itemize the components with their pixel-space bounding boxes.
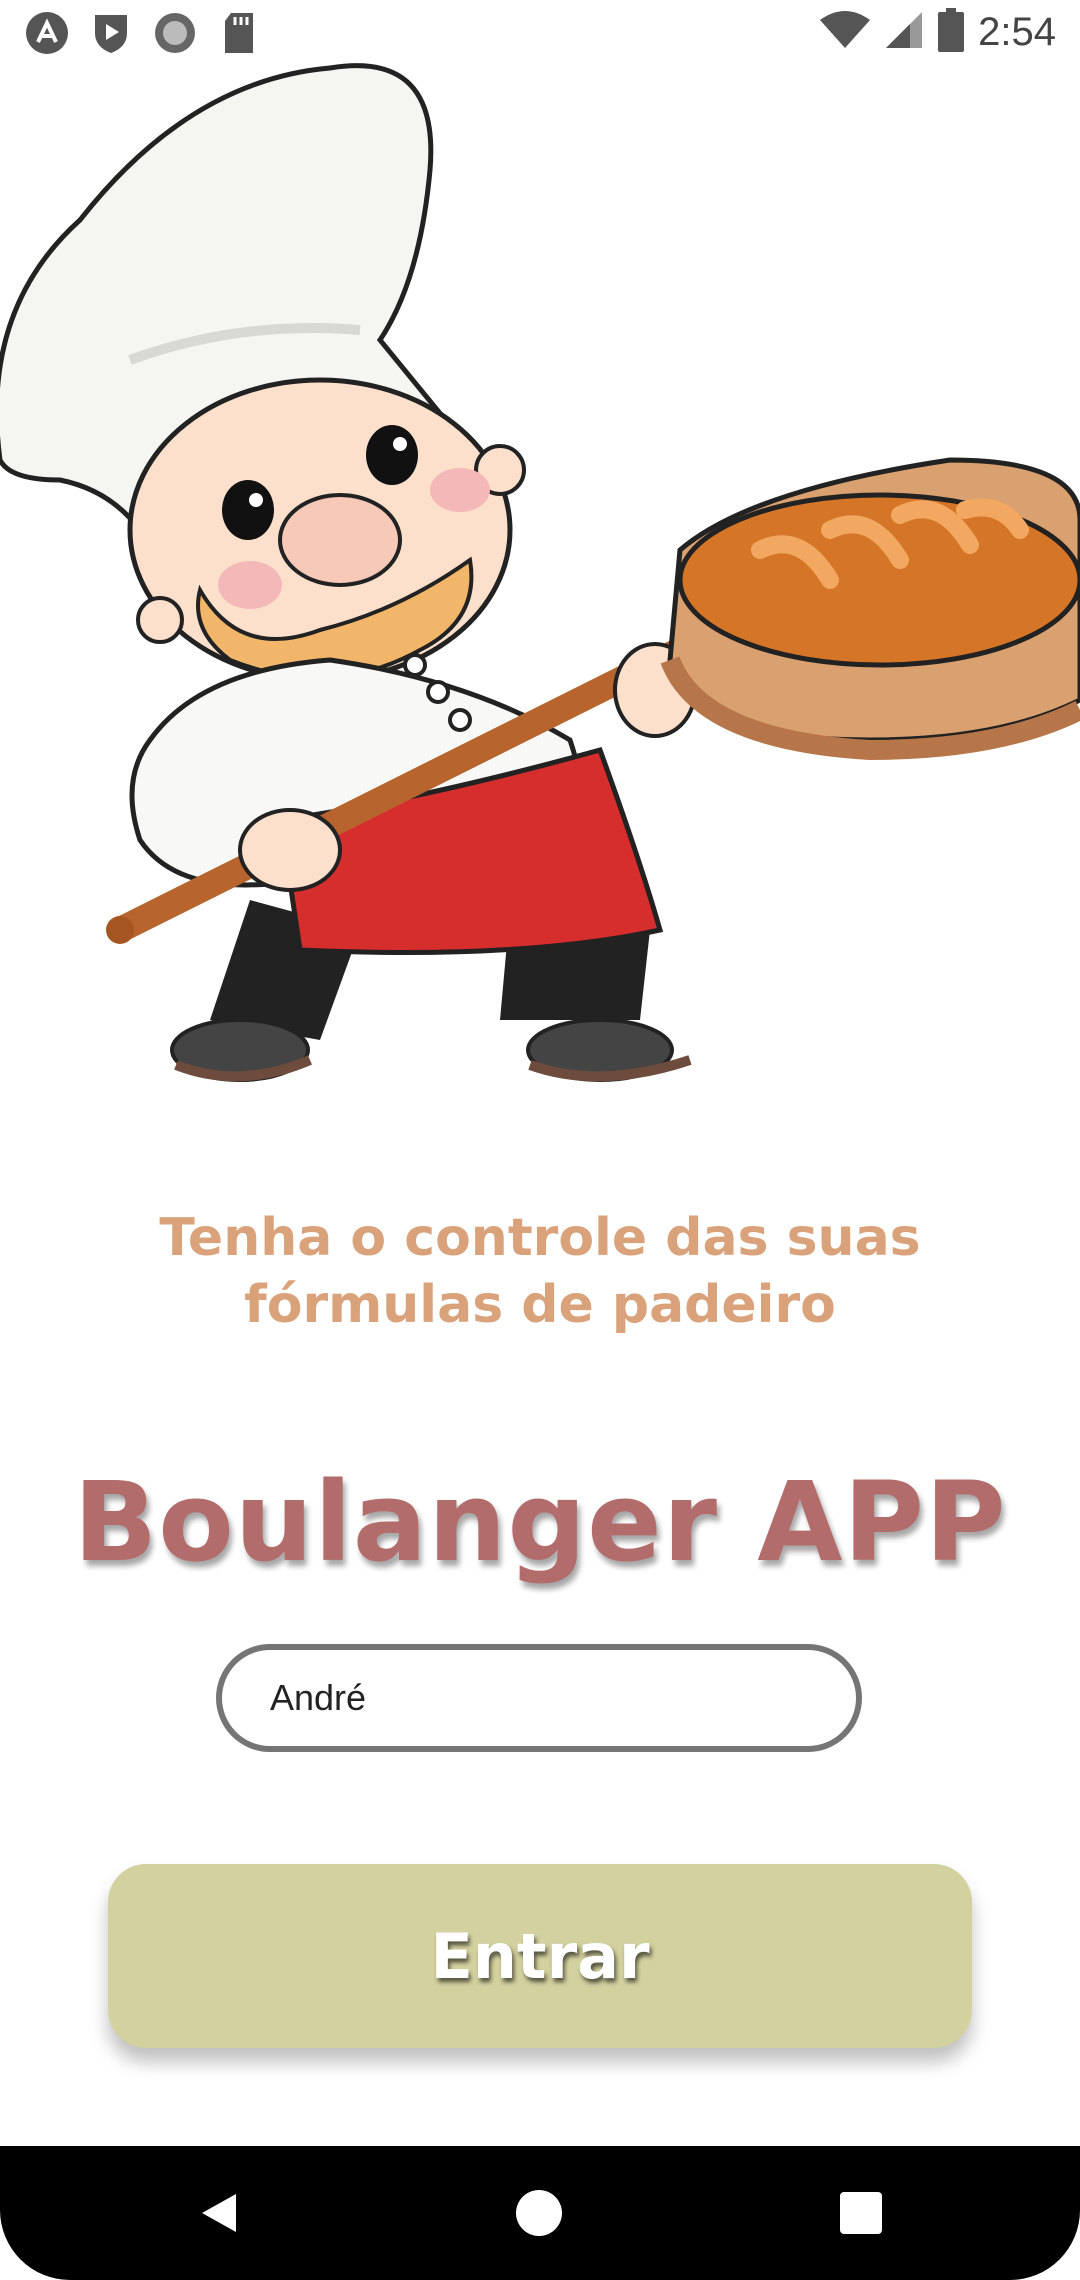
enter-button[interactable]: Entrar [108, 1864, 972, 2048]
shield-play-icon [88, 10, 134, 56]
wifi-icon [820, 10, 871, 55]
sd-card-icon [216, 10, 262, 56]
status-bar: 2:54 [0, 0, 1080, 66]
home-icon[interactable] [516, 2190, 562, 2236]
clock: 2:54 [978, 10, 1056, 54]
recents-icon[interactable] [840, 2192, 882, 2234]
signal-icon [884, 10, 924, 55]
battery-icon [938, 8, 965, 57]
back-icon[interactable] [196, 2190, 242, 2241]
circle-record-icon [152, 10, 198, 56]
tagline-line-1: Tenha o controle das suas [159, 1208, 921, 1268]
tagline: Tenha o controle das suas fórmulas de pa… [0, 1205, 1080, 1339]
tagline-line-2: fórmulas de padeiro [244, 1275, 836, 1335]
app-title: Boulanger APP [73, 1458, 1007, 1586]
app-a-icon [24, 10, 70, 56]
baker-chef-illustration [0, 60, 1080, 1110]
name-input[interactable] [216, 1644, 862, 1752]
navigation-bar [0, 2146, 1080, 2280]
